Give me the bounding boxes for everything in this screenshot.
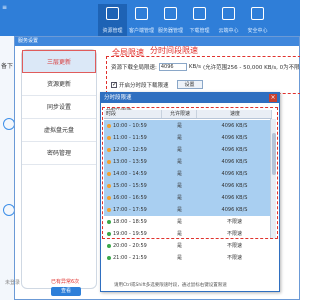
time-cell: 19:00 - 19:59 <box>104 228 162 240</box>
time-cell: 17:00 - 17:59 <box>104 204 162 216</box>
speed-cell: 不限速 <box>226 243 242 249</box>
time-text: 10:00 - 10:59 <box>113 123 147 129</box>
time-cell: 10:00 - 10:59 <box>104 120 162 132</box>
login-status: 未登录 <box>5 280 21 286</box>
limited-dot-icon <box>107 184 111 188</box>
time-text: 16:00 - 16:59 <box>113 195 147 201</box>
table-row[interactable]: 15:00 - 15:59 是 4096 KB/S <box>104 180 272 192</box>
time-text: 15:00 - 15:59 <box>113 183 147 189</box>
bottom-status: 未登录 已有异常6次 查看 <box>5 277 105 300</box>
allow-cell: 是 <box>176 123 182 129</box>
limited-dot-icon <box>107 160 111 164</box>
settings-nav-item[interactable]: 密码管理 <box>22 142 96 165</box>
table-row[interactable]: 20:00 - 20:59 是 不限速 <box>104 240 272 252</box>
limited-dot-icon <box>107 196 111 200</box>
time-cell: 18:00 - 18:59 <box>104 216 162 228</box>
allow-cell: 是 <box>176 207 182 213</box>
time-cell: 11:00 - 11:59 <box>104 132 162 144</box>
limited-dot-icon <box>107 148 111 152</box>
speed-cell: 不限速 <box>226 255 242 261</box>
time-cell: 20:00 - 20:59 <box>104 240 162 252</box>
table-row[interactable]: 17:00 - 17:59 是 4096 KB/S <box>104 204 272 216</box>
speed-cell: 不限速 <box>226 219 242 225</box>
allow-cell: 是 <box>176 135 182 141</box>
menu-icon[interactable]: ≡ <box>2 4 7 11</box>
limited-dot-icon <box>107 208 111 212</box>
speed-cell: 4096 KB/S <box>221 207 248 213</box>
settings-nav-item[interactable]: 三层更新 <box>22 50 96 73</box>
time-text: 19:00 - 19:59 <box>113 231 147 237</box>
settings-nav-item[interactable]: 资源更新 <box>22 73 96 96</box>
speed-cell: 4096 KB/S <box>221 159 248 165</box>
time-text: 18:00 - 18:59 <box>113 219 147 225</box>
time-cell: 14:00 - 14:59 <box>104 168 162 180</box>
unlimited-dot-icon <box>107 244 111 248</box>
time-text: 13:00 - 13:59 <box>113 159 147 165</box>
table-row[interactable]: 16:00 - 16:59 是 4096 KB/S <box>104 192 272 204</box>
time-text: 12:00 - 12:59 <box>113 147 147 153</box>
time-cell: 12:00 - 12:59 <box>104 144 162 156</box>
limited-dot-icon <box>107 172 111 176</box>
allow-cell: 是 <box>176 195 182 201</box>
speed-cell: 4096 KB/S <box>221 147 248 153</box>
column-header[interactable]: 允许限速 <box>162 110 197 118</box>
scroll-thumb[interactable] <box>272 133 276 175</box>
schedule-footnote: 请用Ctrl或Shift多选要限速时段，通过鼠标右键设置限速 <box>114 283 227 288</box>
speed-cell: 4096 KB/S <box>221 123 248 129</box>
table-row[interactable]: 11:00 - 11:59 是 4096 KB/S <box>104 132 272 144</box>
column-header[interactable]: 速度 <box>197 110 272 118</box>
schedule-annotation-title: 分时间段限速 <box>150 46 198 55</box>
allow-cell: 是 <box>176 243 182 249</box>
speed-cell: 4096 KB/S <box>221 171 248 177</box>
side-panel-text: 备下 <box>1 63 14 70</box>
settings-nav-item[interactable]: 同步设置 <box>22 96 96 119</box>
unlimited-dot-icon <box>107 232 111 236</box>
time-text: 17:00 - 17:59 <box>113 207 147 213</box>
table-scrollbar[interactable] <box>270 119 276 239</box>
schedule-overlay: 分时间段限速 时段 允许限速 速度 10:00 - 10:59 是 4096 KB/S 11… <box>100 0 280 300</box>
table-row[interactable]: 13:00 - 13:59 是 4096 KB/S <box>104 156 272 168</box>
settings-nav-item[interactable]: 虚拟盘元盘 <box>22 119 96 142</box>
allow-cell: 是 <box>176 183 182 189</box>
settings-nav: 三层更新 资源更新 同步设置 虚拟盘元盘 密码管理 <box>21 49 97 289</box>
table-row[interactable]: 12:00 - 12:59 是 4096 KB/S <box>104 144 272 156</box>
time-text: 20:00 - 20:59 <box>113 243 147 249</box>
column-header[interactable]: 时段 <box>104 110 162 118</box>
speed-cell: 4096 KB/S <box>221 183 248 189</box>
limited-dot-icon <box>107 136 111 140</box>
unlimited-dot-icon <box>107 256 111 260</box>
schedule-table: 时段 允许限速 速度 10:00 - 10:59 是 4096 KB/S 11:00 - 1… <box>104 110 272 300</box>
time-text: 14:00 - 14:59 <box>113 171 147 177</box>
allow-cell: 是 <box>176 171 182 177</box>
time-cell: 16:00 - 16:59 <box>104 192 162 204</box>
speed-cell: 不限速 <box>226 231 242 237</box>
table-row[interactable]: 21:00 - 21:59 是 不限速 <box>104 252 272 264</box>
warning-count: 已有异常6次 <box>51 279 80 285</box>
time-text: 21:00 - 21:59 <box>113 255 147 261</box>
allow-cell: 是 <box>176 255 182 261</box>
table-row[interactable]: 10:00 - 10:59 是 4096 KB/S <box>104 120 272 132</box>
time-cell: 21:00 - 21:59 <box>104 252 162 264</box>
allow-cell: 是 <box>176 231 182 237</box>
view-button[interactable]: 查看 <box>51 287 81 296</box>
limited-dot-icon <box>107 124 111 128</box>
table-row[interactable]: 14:00 - 14:59 是 4096 KB/S <box>104 168 272 180</box>
unlimited-dot-icon <box>107 220 111 224</box>
allow-cell: 是 <box>176 159 182 165</box>
time-cell: 15:00 - 15:59 <box>104 180 162 192</box>
screen: ≡ 资源管理 客户端管理 服务器管理 下载管理 云端中心 安全中心 备下 服务设置 三层更… <box>0 0 300 300</box>
table-header: 时段 允许限速 速度 <box>104 110 272 119</box>
table-row[interactable]: 19:00 - 19:59 是 不限速 <box>104 228 272 240</box>
time-cell: 13:00 - 13:59 <box>104 156 162 168</box>
allow-cell: 是 <box>176 219 182 225</box>
table-row[interactable]: 18:00 - 18:59 是 不限速 <box>104 216 272 228</box>
time-text: 11:00 - 11:59 <box>113 135 147 141</box>
speed-cell: 4096 KB/S <box>221 135 248 141</box>
speed-cell: 4096 KB/S <box>221 195 248 201</box>
allow-cell: 是 <box>176 147 182 153</box>
